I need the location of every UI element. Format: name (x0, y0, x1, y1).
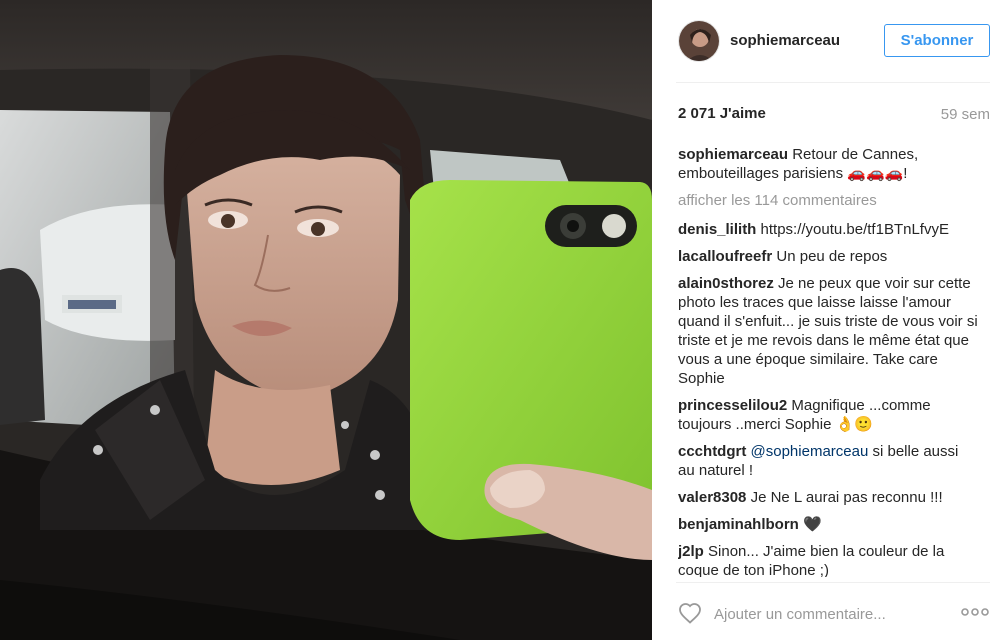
comment-text: 🖤 (803, 516, 822, 533)
list-item: j2lp Sinon... J'aime bien la couleur de … (678, 542, 978, 577)
comment-text[interactable]: https://youtu.be/tf1BTnLfvyE (761, 221, 949, 238)
footer-divider (676, 582, 990, 583)
comment-username[interactable]: valer8308 (678, 489, 746, 506)
post-header: sophiemarceau S'abonner (652, 0, 1000, 82)
avatar[interactable] (678, 20, 720, 62)
comment-text: Sinon... J'aime bien la couleur de la co… (678, 543, 945, 577)
follow-button[interactable]: S'abonner (884, 24, 990, 57)
post-side-panel: sophiemarceau S'abonner 2 071 J'aime 59 … (652, 0, 1000, 640)
load-more-comments-link[interactable]: afficher les 114 commentaires (678, 191, 978, 210)
list-item: alain0sthorez Je ne peux que voir sur ce… (678, 274, 978, 388)
list-item: benjaminahlborn 🖤 (678, 515, 978, 534)
selfie-in-car-image (0, 0, 652, 640)
caption: sophiemarceau Retour de Cannes, emboutei… (678, 145, 978, 183)
avatar-image (679, 21, 719, 61)
post-author-username[interactable]: sophiemarceau (730, 32, 840, 49)
comment-mention[interactable]: @sophiemarceau (751, 443, 869, 460)
list-item: valer8308 Je Ne L aurai pas reconnu !!! (678, 488, 978, 507)
add-comment-input[interactable] (714, 601, 944, 627)
header-divider (676, 82, 990, 83)
list-item: princesselilou2 Magnifique ...comme touj… (678, 396, 978, 434)
comment-username[interactable]: alain0sthorez (678, 275, 774, 292)
comment-username[interactable]: lacalloufreefr (678, 248, 772, 265)
comment-username[interactable]: denis_lilith (678, 221, 756, 238)
more-options-button[interactable] (960, 605, 990, 619)
list-item: ccchtdgrt @sophiemarceau si belle aussi … (678, 442, 978, 480)
post-photo[interactable] (0, 0, 652, 640)
comment-text: Je Ne L aurai pas reconnu !!! (750, 489, 943, 506)
comment-username[interactable]: ccchtdgrt (678, 443, 746, 460)
comment-username[interactable]: benjaminahlborn (678, 516, 799, 533)
like-button[interactable] (678, 602, 702, 624)
like-count[interactable]: 2 071 J'aime (678, 105, 766, 122)
comment-text: Un peu de repos (776, 248, 888, 265)
comment-username[interactable]: princesselilou2 (678, 397, 787, 414)
post-timestamp[interactable]: 59 sem (941, 106, 990, 123)
list-item: denis_lilith https://youtu.be/tf1BTnLfvy… (678, 220, 978, 239)
list-item: lacalloufreefr Un peu de repos (678, 247, 978, 266)
comment-list: sophiemarceau Retour de Cannes, emboutei… (678, 145, 978, 577)
heart-icon (679, 603, 701, 624)
comment-username[interactable]: j2lp (678, 543, 704, 560)
more-options-icon (961, 608, 989, 616)
caption-username[interactable]: sophiemarceau (678, 146, 788, 163)
